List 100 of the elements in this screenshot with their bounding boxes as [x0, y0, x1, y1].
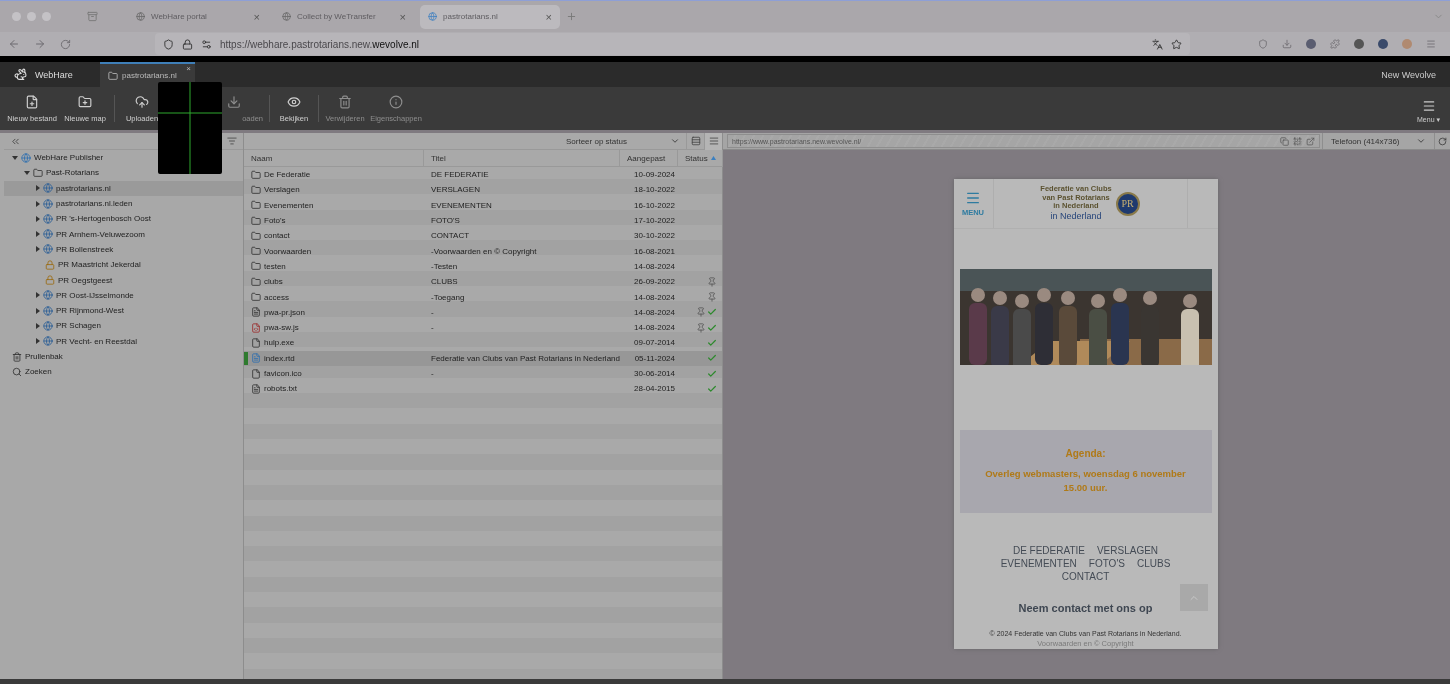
- star-icon[interactable]: [1171, 38, 1182, 50]
- expand-icon[interactable]: [12, 155, 18, 160]
- expand-icon[interactable]: [36, 215, 40, 222]
- nav-link[interactable]: EVENEMENTEN: [1000, 558, 1077, 569]
- table-cell-text: VERSLAGEN: [430, 185, 481, 195]
- close-icon[interactable]: ×: [545, 10, 552, 23]
- nav-link[interactable]: CONTACT: [1061, 571, 1110, 582]
- file-row[interactable]: Voorwaarden -Voorwaarden en © Copyright 16-08-2021: [244, 243, 722, 259]
- expand-icon[interactable]: [36, 292, 40, 299]
- permissions-icon: [201, 38, 212, 50]
- qr-code-icon[interactable]: [1293, 136, 1302, 146]
- file-row[interactable]: pwa-pr.json - 14-08-2024: [244, 304, 722, 320]
- logo-emblem: PR: [1115, 191, 1140, 216]
- browser-tab[interactable]: pastrotarians.nl ×: [420, 4, 560, 29]
- file-row[interactable]: Foto's FOTO'S 17-10-2022: [244, 212, 722, 229]
- column-header[interactable]: Naam: [244, 150, 424, 167]
- download-icon[interactable]: [1282, 39, 1292, 49]
- tree-item[interactable]: Zoeken: [4, 364, 243, 380]
- tree-item[interactable]: PR Schagen: [4, 318, 243, 334]
- expand-icon[interactable]: [36, 185, 40, 192]
- device-dropdown[interactable]: Telefoon (414x736): [1322, 133, 1434, 149]
- menu-icon[interactable]: [1426, 39, 1436, 49]
- globe-icon: [43, 213, 53, 224]
- tree-item[interactable]: PR Bollenstreek: [4, 241, 243, 258]
- file-row[interactable]: testen -Testen 14-08-2024: [244, 258, 722, 275]
- file-row[interactable]: access -Toegang 14-08-2024: [244, 289, 722, 305]
- new-tab-icon[interactable]: [566, 11, 577, 22]
- forward-icon[interactable]: [34, 38, 46, 50]
- expand-icon[interactable]: [36, 231, 40, 238]
- table-cell-text: -Testen: [430, 261, 459, 271]
- table-cell-text: -Toegang: [430, 292, 466, 302]
- profile-icon[interactable]: [1306, 39, 1316, 49]
- app-tab[interactable]: pastrotarians.nl ×: [100, 62, 195, 87]
- folder-icon: [251, 230, 261, 241]
- file-row[interactable]: pwa-sw.js - 14-08-2024: [244, 319, 722, 336]
- lock-icon: [45, 275, 55, 285]
- table-cell: contact: [249, 230, 424, 241]
- expand-icon[interactable]: [36, 200, 40, 207]
- brand-name: WebHare: [35, 69, 73, 80]
- tree-item[interactable]: pastrotarians.nl.leden: [4, 195, 243, 212]
- account-name[interactable]: New Wevolve: [1381, 62, 1450, 87]
- table-cell: robots.txt: [249, 383, 424, 394]
- properties-icon: [389, 95, 403, 109]
- expand-icon[interactable]: [36, 338, 40, 345]
- tree-item[interactable]: WebHare Publisher: [4, 150, 243, 166]
- folder-icon: [251, 200, 261, 211]
- translate-icon[interactable]: [1152, 38, 1163, 50]
- reload-button[interactable]: [1434, 133, 1450, 149]
- reload-icon[interactable]: [60, 38, 71, 50]
- back-icon[interactable]: [8, 38, 20, 50]
- tab-overview-icon[interactable]: [87, 11, 98, 22]
- filter-icon[interactable]: [227, 136, 237, 146]
- expand-icon[interactable]: [36, 246, 40, 253]
- expand-icon[interactable]: [24, 170, 30, 175]
- sort-dropdown[interactable]: Sorteer op status: [566, 136, 686, 146]
- tree-item[interactable]: Past-Rotarians: [4, 165, 243, 181]
- tree-item[interactable]: PR 's-Hertogenbosch Oost: [4, 211, 243, 227]
- table-cell-text: 30-06-2014: [633, 369, 676, 378]
- nav-link[interactable]: VERSLAGEN: [1096, 545, 1159, 556]
- tree-item[interactable]: PR Rijnmond-West: [4, 302, 243, 319]
- file-row[interactable]: favicon.ico - 30-06-2014: [244, 365, 722, 382]
- expand-icon[interactable]: [36, 307, 40, 314]
- tree-item[interactable]: PR Oost-IJsselmonde: [4, 287, 243, 303]
- file-row[interactable]: De Federatie DE FEDERATIE 10-09-2024: [244, 167, 722, 183]
- table-cell-text: 14-08-2024: [633, 261, 676, 271]
- file-row[interactable]: Verslagen VERSLAGEN 18-10-2022: [244, 182, 722, 198]
- tree-item[interactable]: PR Maastricht Jekerdal: [4, 257, 243, 273]
- table-cell: Verslagen: [249, 184, 424, 195]
- folder-icon: [33, 167, 43, 178]
- expand-icon[interactable]: [36, 322, 40, 329]
- tree-item[interactable]: PR Arnhem-Veluwezoom: [4, 226, 243, 242]
- nav-link[interactable]: CLUBS: [1136, 558, 1171, 569]
- account-icon[interactable]: [1402, 39, 1412, 49]
- tree-item[interactable]: PR Vecht- en Reestdal: [4, 333, 243, 349]
- tree-item[interactable]: pastrotarians.nl: [4, 180, 243, 196]
- page-icon: [251, 353, 261, 364]
- tree-item[interactable]: Prullenbak: [4, 348, 243, 365]
- copy-icon[interactable]: [1280, 136, 1289, 146]
- external-link-icon[interactable]: [1306, 136, 1315, 146]
- file-row[interactable]: clubs CLUBS 26-09-2022: [244, 274, 722, 290]
- close-icon[interactable]: ×: [186, 64, 191, 73]
- table-cell-text: 26-09-2022: [633, 277, 676, 287]
- table-cell-text: 14-08-2024: [633, 292, 676, 302]
- file-row[interactable]: contact CONTACT 30-10-2022: [244, 228, 722, 244]
- file-row[interactable]: hulp.exe 09-07-2014: [244, 335, 722, 351]
- table-cell: pwa-sw.js: [249, 322, 424, 333]
- table-cell-text: -: [430, 307, 435, 317]
- column-header[interactable]: Aangepast: [620, 150, 678, 167]
- file-row[interactable]: Evenementen EVENEMENTEN 16-10-2022: [244, 197, 722, 213]
- address-field[interactable]: https://webhare.pastrotarians.new.wevolve.nl: [155, 33, 1190, 55]
- column-header[interactable]: Titel: [424, 150, 620, 167]
- file-row[interactable]: index.rtd Federatie van Clubs van Past Rotarians in Nederland 05-11-2024: [244, 350, 722, 366]
- extensions-icon[interactable]: [1330, 39, 1340, 49]
- nav-link[interactable]: DE FEDERATIE: [1012, 545, 1085, 556]
- tree-item[interactable]: PR Oegstgeest: [4, 272, 243, 288]
- file-row[interactable]: robots.txt 28-04-2015: [244, 381, 722, 397]
- column-header[interactable]: Status: [678, 150, 723, 167]
- nav-link[interactable]: FOTO'S: [1088, 558, 1125, 569]
- folder-icon: [251, 292, 261, 302]
- site-icon: [136, 12, 145, 21]
